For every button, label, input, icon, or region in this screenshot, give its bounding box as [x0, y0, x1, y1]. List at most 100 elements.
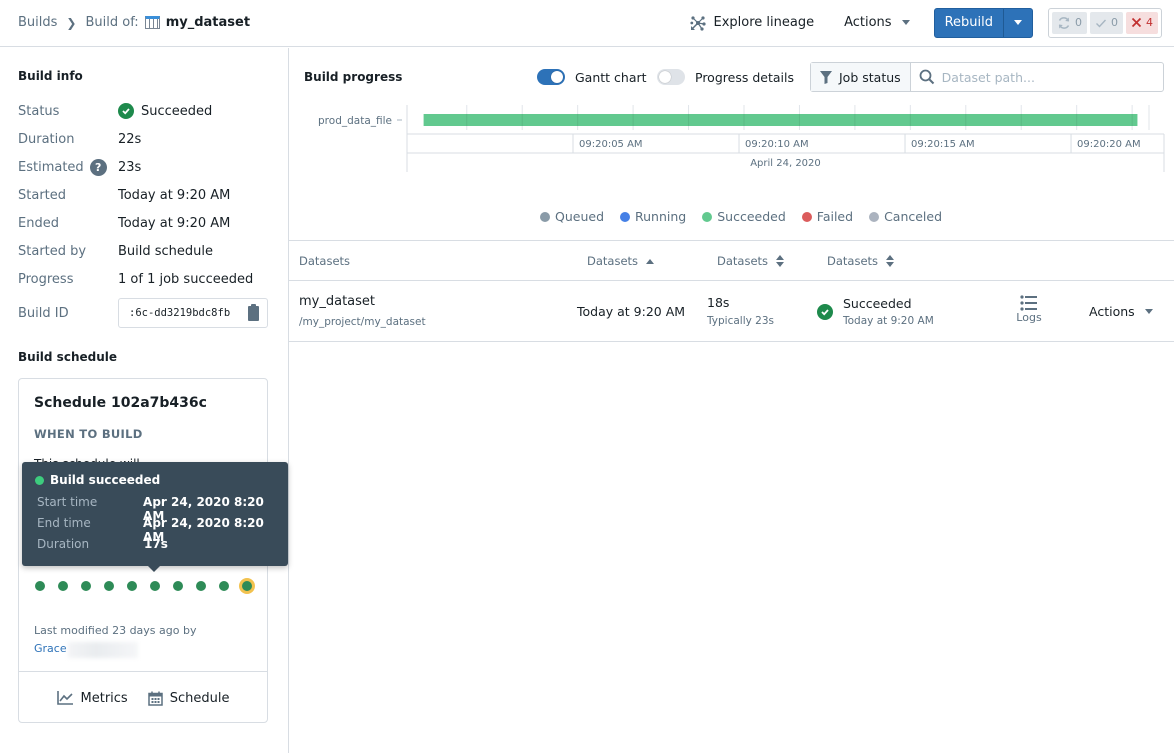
filter-icon — [820, 70, 832, 84]
run-status-dot[interactable] — [104, 581, 114, 591]
duration-label: Duration — [18, 131, 75, 147]
metrics-label: Metrics — [80, 690, 128, 706]
build-info-panel: Build info Status Succeeded Duration 22s… — [0, 48, 289, 753]
list-icon — [1020, 295, 1037, 311]
build-id-row: Build ID :6c-dd3219bdc8fb — [18, 298, 268, 328]
build-progress-title: Build progress — [304, 70, 403, 84]
status-value: Succeeded — [141, 103, 213, 119]
gantt-bar — [423, 114, 1138, 126]
progress-details-toggle[interactable] — [657, 69, 685, 85]
duration-value: 22s — [118, 131, 142, 147]
started-by-value: Build schedule — [118, 243, 214, 259]
success-check-icon — [118, 103, 134, 119]
sort-icon — [886, 255, 895, 267]
schedule-button[interactable]: Schedule — [147, 690, 230, 706]
explore-lineage-button[interactable]: Explore lineage — [690, 15, 814, 31]
failed-counter[interactable]: 4 — [1126, 11, 1158, 34]
rebuild-button[interactable]: Rebuild — [935, 8, 1004, 37]
run-status-dot[interactable] — [242, 581, 252, 591]
build-id-field[interactable]: :6c-dd3219bdc8fb — [118, 298, 268, 328]
tooltip-duration-label: Duration — [37, 537, 90, 551]
duration-row: Duration 22s — [18, 129, 141, 149]
check-icon — [1096, 19, 1107, 28]
logs-label: Logs — [1016, 311, 1042, 324]
legend-dot-icon — [702, 211, 713, 222]
succeeded-count: 0 — [1111, 16, 1118, 29]
build-id-value: :6c-dd3219bdc8fb — [129, 307, 231, 319]
status-row: Status Succeeded — [18, 101, 212, 121]
redacted-name — [67, 642, 138, 658]
header-actions-menu[interactable]: Actions — [844, 15, 910, 30]
column-header-status[interactable]: Datasets — [827, 254, 895, 268]
metrics-button[interactable]: Metrics — [56, 690, 128, 706]
when-to-build-label: WHEN TO BUILD — [34, 427, 143, 441]
breadcrumb-current-dataset[interactable]: my_dataset — [166, 15, 250, 30]
table-icon — [144, 16, 160, 29]
rebuild-options-button[interactable] — [1004, 9, 1032, 37]
header-actions-label: Actions — [844, 15, 892, 30]
legend-label: Failed — [816, 209, 854, 224]
status-dot-icon — [35, 475, 44, 485]
build-info-title: Build info — [18, 69, 83, 83]
clipboard-icon[interactable] — [248, 303, 259, 321]
run-status-dot[interactable] — [196, 581, 206, 591]
run-status-dot[interactable] — [58, 581, 68, 591]
started-label: Started — [18, 187, 67, 203]
last-modified-text: Last modified 23 days ago by — [34, 624, 197, 637]
toggle-knob — [659, 71, 671, 83]
help-icon[interactable]: ? — [89, 158, 107, 176]
row-actions-menu[interactable]: Actions — [1089, 304, 1153, 319]
gantt-date-label: April 24, 2020 — [750, 158, 821, 169]
legend-dot-icon — [801, 211, 812, 222]
legend-label: Canceled — [884, 209, 943, 224]
gantt-chart: prod_data_file 09:20:05 AM 09:20:10 AM 09:2… — [318, 105, 1165, 172]
search-icon — [919, 69, 934, 85]
calendar-icon — [147, 691, 163, 706]
column-header-duration[interactable]: Datasets — [717, 254, 785, 268]
column-header-started[interactable]: Datasets — [587, 254, 655, 268]
breadcrumb-builds-link[interactable]: Builds — [18, 15, 57, 30]
top-header: Builds ❯ Build of: my_dataset Explore li… — [0, 0, 1174, 47]
logs-button[interactable]: Logs — [1012, 295, 1046, 324]
job-status-counters: 0 0 4 — [1048, 7, 1162, 38]
tooltip-duration-value: 17s — [144, 537, 168, 551]
legend-item: Canceled — [869, 209, 942, 224]
run-status-dot[interactable] — [127, 581, 137, 591]
rebuild-button-group: Rebuild — [933, 7, 1033, 38]
run-status-dot[interactable] — [219, 581, 229, 591]
gantt-chart-toggle[interactable] — [537, 69, 565, 85]
legend-label: Queued — [555, 209, 604, 224]
job-status-time: Today at 9:20 AM — [843, 315, 934, 327]
build-schedule-title: Build schedule — [18, 350, 118, 364]
ended-value: Today at 9:20 AM — [118, 215, 231, 231]
build-id-label: Build ID — [18, 305, 69, 321]
legend-item: Running — [620, 209, 686, 224]
legend-item: Succeeded — [702, 209, 786, 224]
estimated-value: 23s — [118, 159, 142, 175]
run-status-dot[interactable] — [81, 581, 91, 591]
typical-duration: Typically 23s — [707, 315, 774, 327]
run-history — [35, 581, 252, 591]
breadcrumb: Builds ❯ Build of: my_dataset — [18, 0, 250, 45]
run-status-dot[interactable] — [173, 581, 183, 591]
run-status-dot[interactable] — [150, 581, 160, 591]
gantt-tick-label: 09:20:10 AM — [745, 139, 809, 150]
schedule-label: Schedule — [169, 690, 230, 706]
started-time: Today at 9:20 AM — [577, 304, 686, 319]
dataset-name-link[interactable]: my_dataset — [299, 294, 375, 309]
legend-dot-icon — [540, 211, 550, 222]
succeeded-counter[interactable]: 0 — [1090, 11, 1123, 34]
schedule-name[interactable]: Schedule 102a7b436c — [34, 395, 207, 411]
author-link[interactable]: Grace — [34, 642, 67, 658]
running-counter[interactable]: 0 — [1052, 11, 1087, 34]
run-status-dot[interactable] — [35, 581, 45, 591]
column-header-dataset[interactable]: Datasets — [299, 254, 350, 268]
search-box — [911, 63, 1163, 91]
column-header-label: Datasets — [717, 254, 769, 268]
job-status-filter-button[interactable]: Job status — [811, 63, 911, 91]
caret-down-icon — [901, 20, 910, 25]
dataset-path-search-input[interactable] — [941, 69, 1142, 85]
failed-count: 4 — [1146, 16, 1153, 29]
estimated-label: Estimated — [18, 159, 84, 175]
line-chart-icon — [56, 691, 73, 705]
